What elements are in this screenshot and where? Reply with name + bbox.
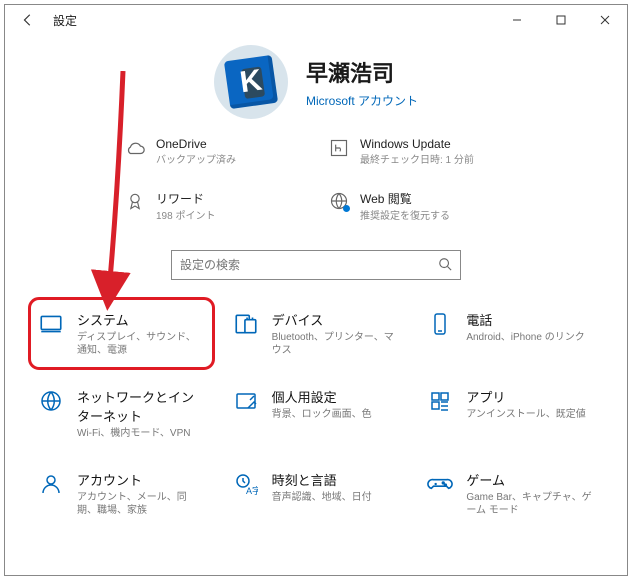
update-icon — [328, 137, 350, 159]
tile-sub: Game Bar、キャプチャ、ゲーム モード — [466, 491, 595, 517]
apps-icon — [426, 387, 454, 415]
tile-devices[interactable]: デバイス Bluetooth、プリンター、マウス — [224, 298, 409, 369]
status-title: OneDrive — [156, 137, 236, 151]
tile-time-language[interactable]: A字 時刻と言語 音声認識、地域、日付 — [224, 458, 409, 529]
tile-title: システム — [77, 310, 206, 329]
status-sub: 最終チェック日時: 1 分前 — [360, 151, 474, 166]
back-button[interactable] — [13, 5, 43, 35]
tile-title: ネットワークとインターネット — [77, 387, 206, 425]
tile-network[interactable]: ネットワークとインターネット Wi-Fi、機内モード、VPN — [29, 375, 214, 452]
tile-title: 電話 — [466, 310, 584, 329]
tile-title: デバイス — [272, 310, 401, 329]
status-rewards[interactable]: リワード 198 ポイント — [124, 190, 304, 222]
tile-sub: アカウント、メール、同期、職場、家族 — [77, 491, 206, 517]
devices-icon — [232, 310, 260, 338]
tile-sub: ディスプレイ、サウンド、通知、電源 — [77, 331, 206, 357]
tile-system[interactable]: システム ディスプレイ、サウンド、通知、電源 — [29, 298, 214, 369]
tile-apps[interactable]: アプリ アンインストール、既定値 — [418, 375, 603, 452]
time-language-icon: A字 — [232, 470, 260, 498]
account-icon — [37, 470, 65, 498]
minimize-button[interactable] — [495, 5, 539, 35]
status-web[interactable]: Web 閲覧 推奨設定を復元する — [328, 190, 508, 222]
phone-icon — [426, 310, 454, 338]
ms-account-link[interactable]: Microsoft アカウント — [306, 92, 418, 109]
status-title: Web 閲覧 — [360, 190, 450, 207]
tile-accounts[interactable]: アカウント アカウント、メール、同期、職場、家族 — [29, 458, 214, 529]
status-row: OneDrive バックアップ済み Windows Update 最終チェック日… — [5, 129, 627, 232]
status-sub: バックアップ済み — [156, 151, 236, 166]
status-update[interactable]: Windows Update 最終チェック日時: 1 分前 — [328, 137, 508, 166]
status-sub: 198 ポイント — [156, 207, 215, 222]
settings-grid: システム ディスプレイ、サウンド、通知、電源 デバイス Bluetooth、プリ… — [5, 290, 627, 539]
close-button[interactable] — [583, 5, 627, 35]
search-wrap — [5, 232, 627, 290]
avatar[interactable]: K — [214, 45, 288, 119]
search-box[interactable] — [171, 250, 461, 280]
user-name: 早瀬浩司 — [306, 56, 418, 88]
tile-sub: Bluetooth、プリンター、マウス — [272, 331, 401, 357]
status-title: Windows Update — [360, 137, 474, 151]
tile-gaming[interactable]: ゲーム Game Bar、キャプチャ、ゲーム モード — [418, 458, 603, 529]
svg-text:A字: A字 — [246, 485, 258, 496]
avatar-letter: K — [224, 55, 278, 109]
window-frame: 設定 K 早瀬浩司 Microsoft アカウント — [4, 4, 628, 576]
tile-sub: 背景、ロック画面、色 — [272, 408, 372, 421]
tile-sub: 音声認識、地域、日付 — [272, 491, 372, 504]
system-icon — [37, 310, 65, 338]
tile-sub: Wi-Fi、機内モード、VPN — [77, 427, 206, 440]
status-title: リワード — [156, 190, 215, 207]
maximize-button[interactable] — [539, 5, 583, 35]
gaming-icon — [426, 470, 454, 498]
globe-icon — [37, 387, 65, 415]
search-input[interactable] — [180, 258, 438, 272]
tile-title: 個人用設定 — [272, 387, 372, 406]
tile-title: ゲーム — [466, 470, 595, 489]
cloud-icon — [124, 137, 146, 159]
status-onedrive[interactable]: OneDrive バックアップ済み — [124, 137, 304, 166]
tile-sub: アンインストール、既定値 — [466, 408, 585, 421]
profile-section: K 早瀬浩司 Microsoft アカウント — [5, 35, 627, 129]
search-icon — [438, 257, 452, 274]
tile-phone[interactable]: 電話 Android、iPhone のリンク — [418, 298, 603, 369]
titlebar: 設定 — [5, 5, 627, 35]
tile-title: アプリ — [466, 387, 585, 406]
window-title: 設定 — [53, 12, 77, 29]
tile-sub: Android、iPhone のリンク — [466, 331, 584, 344]
tile-personalization[interactable]: 個人用設定 背景、ロック画面、色 — [224, 375, 409, 452]
status-sub: 推奨設定を復元する — [360, 207, 450, 222]
tile-title: アカウント — [77, 470, 206, 489]
tile-title: 時刻と言語 — [272, 470, 372, 489]
medal-icon — [124, 190, 146, 212]
personalize-icon — [232, 387, 260, 415]
globe-icon — [328, 190, 350, 212]
